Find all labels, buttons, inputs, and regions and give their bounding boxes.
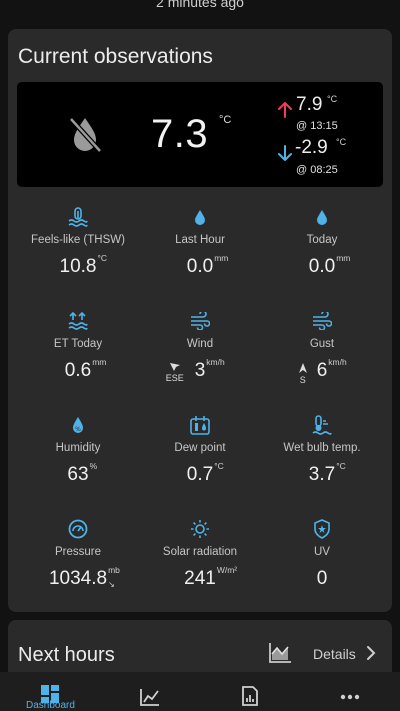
- bottom-navigation: Dashboard: [0, 672, 400, 711]
- svg-text:%: %: [75, 426, 81, 433]
- next-hours-card[interactable]: Next hours Details: [8, 620, 392, 680]
- metric-label: Gust: [309, 338, 335, 350]
- high-temperature-time: @ 13:15: [296, 120, 338, 132]
- temperature-panel: 7.3 °C 7.9 °C @ 13:15 -2.9 °C @ 08:25: [17, 82, 383, 187]
- metric-value: 0.7: [186, 464, 214, 485]
- wind-direction-arrow-icon: [169, 363, 180, 371]
- nav-more[interactable]: [330, 682, 370, 711]
- pressure-trend: ↘: [108, 580, 115, 589]
- details-button[interactable]: Details: [313, 646, 356, 662]
- metric-value: 0: [316, 568, 328, 589]
- metric-value: 3: [194, 360, 206, 381]
- gust-direction: S: [293, 362, 313, 385]
- metric-unit: °C: [336, 461, 346, 471]
- area-chart-icon: [269, 643, 291, 663]
- metric-label: ET Today: [53, 338, 103, 350]
- metric-dew-point[interactable]: Dew point 0.7 °C: [139, 414, 261, 486]
- metric-unit: mm: [92, 357, 107, 367]
- wind-direction: ESE: [165, 362, 185, 383]
- card-title: Current observations: [18, 45, 213, 68]
- metric-value: 1034.8: [48, 568, 108, 589]
- low-temperature-unit: °C: [336, 137, 347, 147]
- metric-last-hour-rain[interactable]: Last Hour 0.0 mm: [139, 206, 261, 278]
- metric-today-rain[interactable]: Today 0.0 mm: [261, 206, 383, 278]
- pressure-gauge-icon: [68, 519, 88, 539]
- metric-label: Solar radiation: [162, 546, 238, 558]
- metric-feels-like[interactable]: Feels-like (THSW) 10.8 °C: [17, 206, 139, 278]
- metric-value: 6: [316, 360, 328, 381]
- feels-like-icon: [68, 207, 88, 227]
- metric-unit: W/m²: [216, 565, 238, 575]
- metric-value: 0.0: [186, 256, 214, 277]
- metric-unit: km/h: [328, 357, 347, 367]
- humidity-icon: %: [73, 417, 83, 433]
- metric-value: 10.8: [59, 256, 97, 277]
- high-temperature-unit: °C: [327, 94, 338, 104]
- last-updated-text: 2 minutes ago: [156, 0, 244, 10]
- metric-label: Dew point: [174, 442, 226, 454]
- metric-unit: mm: [336, 253, 351, 263]
- evapotranspiration-icon: [68, 311, 88, 330]
- wind-icon: [191, 312, 210, 330]
- high-temperature: 7.9: [296, 94, 323, 115]
- metric-value: 63: [67, 464, 89, 485]
- temperature-unit: °C: [219, 114, 232, 126]
- more-icon: [340, 694, 360, 700]
- metric-pressure[interactable]: Pressure 1034.8 mb ↘: [17, 518, 139, 590]
- report-icon: [242, 686, 258, 706]
- metric-label: UV: [314, 546, 330, 558]
- gust-direction-text: S: [299, 375, 306, 385]
- wet-bulb-icon: [312, 415, 332, 435]
- sun-icon: [191, 520, 209, 538]
- low-temperature-time: @ 08:25: [296, 164, 338, 176]
- next-hours-title: Next hours: [18, 644, 115, 666]
- metric-label: Today: [306, 234, 338, 246]
- rain-drop-icon: [317, 210, 327, 225]
- metric-gust[interactable]: Gust S 6 km/h: [261, 310, 383, 385]
- arrow-up-icon: [278, 102, 292, 118]
- metric-label: Wet bulb temp.: [283, 442, 361, 454]
- metric-label: Feels-like (THSW): [31, 234, 125, 246]
- current-observations-card: Current observations 7.3 °C 7.9 °C @ 13:…: [8, 29, 392, 612]
- no-rain-icon: [69, 117, 102, 153]
- metric-unit: km/h: [206, 357, 225, 367]
- metric-wind[interactable]: Wind ESE 3 km/h: [139, 310, 261, 383]
- metric-unit: °C: [97, 253, 108, 263]
- metric-wet-bulb[interactable]: Wet bulb temp. 3.7 °C: [261, 414, 383, 486]
- metric-unit: %: [89, 461, 98, 471]
- line-chart-icon: [140, 689, 159, 706]
- nav-dashboard-label[interactable]: Dashboard: [26, 700, 75, 711]
- arrow-down-icon: [278, 145, 292, 161]
- wind-direction-text: ESE: [165, 373, 184, 383]
- metric-label: Last Hour: [175, 234, 225, 246]
- nav-reports[interactable]: [230, 682, 270, 711]
- chevron-right-icon[interactable]: [366, 645, 376, 661]
- nav-charts[interactable]: [130, 682, 170, 711]
- metric-unit: °C: [214, 461, 224, 471]
- metric-unit: mm: [214, 253, 229, 263]
- dew-point-icon: [190, 416, 210, 435]
- metric-label: Pressure: [54, 546, 102, 558]
- metric-label: Wind: [186, 338, 214, 350]
- metric-value: 0.6: [64, 360, 92, 381]
- metric-et-today[interactable]: ET Today 0.6 mm: [17, 310, 139, 382]
- uv-shield-icon: [314, 519, 330, 539]
- metric-solar-radiation[interactable]: Solar radiation 241 W/m²: [139, 518, 261, 590]
- low-temperature: -2.9: [295, 137, 328, 158]
- gust-direction-arrow-icon: [298, 363, 307, 373]
- metric-value: 3.7: [308, 464, 336, 485]
- current-temperature: 7.3: [151, 112, 209, 156]
- metric-uv[interactable]: UV 0: [261, 518, 383, 590]
- metric-value: 241: [184, 568, 216, 589]
- metric-humidity[interactable]: % Humidity 63%: [17, 414, 139, 486]
- rain-drop-icon: [195, 210, 205, 225]
- metric-value: 0.0: [308, 256, 336, 277]
- gust-icon: [313, 312, 332, 330]
- metric-label: Humidity: [55, 442, 101, 454]
- metric-unit: mb: [108, 565, 120, 575]
